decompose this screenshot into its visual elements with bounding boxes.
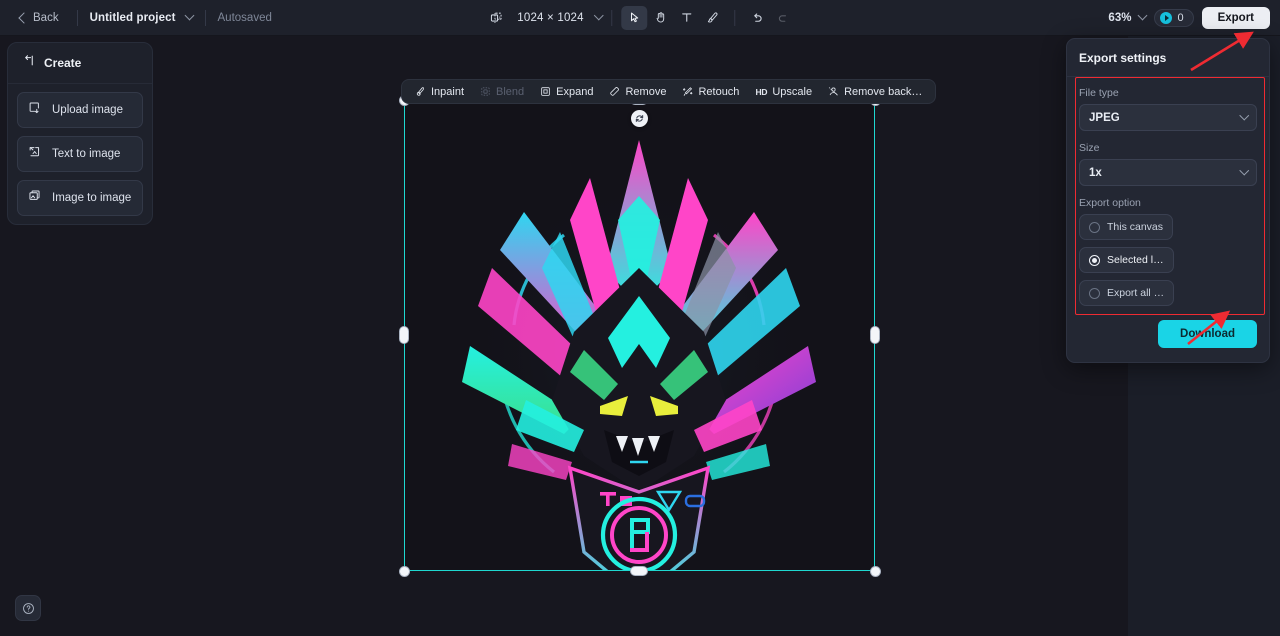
tool-remove-background-label: Remove back… [844,85,923,98]
download-button[interactable]: Download [1158,320,1257,348]
credits-badge[interactable]: 0 [1154,8,1194,27]
export-settings-body: File type JPEG Size 1x Export option Thi… [1067,77,1269,306]
top-bar-tools: 1024 × 1024 [483,5,797,30]
top-bar-right: 63% 0 Export [1108,6,1270,29]
resize-handle-bottom-left[interactable] [399,566,409,576]
radio-icon-checked [1089,254,1100,266]
divider [204,9,206,26]
resize-handle-bottom-center[interactable] [631,567,647,575]
canvas-size-chevron-icon[interactable] [594,10,605,21]
size-value: 1x [1089,166,1102,179]
tool-remove-label: Remove [625,85,667,98]
undo-button[interactable] [745,6,771,30]
tool-blend[interactable]: Blend [473,83,531,101]
tool-expand-label: Expand [556,85,594,98]
sidebar-title: Create [44,56,82,70]
resize-handle-middle-left[interactable] [400,327,408,343]
upload-image-icon [28,101,41,119]
canvas-edit-toolbar: Inpaint Blend Expand Remove Retouch HD U… [401,79,937,104]
credits-count: 0 [1177,11,1184,24]
zoom-level: 63% [1108,11,1132,24]
brush-tool[interactable] [700,6,726,30]
divider [76,9,78,26]
tool-expand[interactable]: Expand [533,83,600,101]
back-button[interactable]: Back [12,8,65,28]
export-option-group: This canvas Selected l… Export all … [1079,214,1257,306]
sidebar-item-text-to-image-label: Text to image [52,148,121,160]
tool-retouch[interactable]: Retouch [675,83,746,101]
credit-coin-icon [1160,11,1173,24]
radio-this-canvas-label: This canvas [1107,221,1164,233]
chevron-down-icon [1239,165,1249,176]
app-root: Back Untitled project Autosaved 1024 × 1… [0,0,1280,636]
chevron-down-icon [1239,110,1249,121]
top-bar: Back Untitled project Autosaved 1024 × 1… [0,0,1280,36]
rotate-handle-icon[interactable] [631,110,648,127]
divider [611,9,613,26]
size-label: Size [1079,142,1100,154]
hand-tool[interactable] [648,6,674,30]
download-row: Download [1067,306,1269,348]
redo-button[interactable] [771,6,797,30]
export-settings-panel: Export settings File type JPEG Size 1x E… [1066,38,1270,363]
resize-handle-bottom-right[interactable] [870,566,880,576]
artwork-dragon-emblem [404,100,875,571]
project-name: Untitled project [89,11,176,24]
artboard[interactable] [404,100,875,571]
export-button[interactable]: Export [1201,6,1270,29]
sidebar-item-upload-image[interactable]: Upload image [17,92,143,128]
sidebar-item-upload-image-label: Upload image [52,104,123,116]
resize-handle-middle-right[interactable] [871,327,879,343]
chevron-down-icon[interactable] [184,10,194,21]
sidebar-item-image-to-image-label: Image to image [52,192,132,204]
collapse-panel-icon[interactable] [22,54,35,72]
tool-remove-background[interactable]: Remove back… [821,83,929,101]
sidebar-item-text-to-image[interactable]: Text to image [17,136,143,172]
hd-upscale-icon: HD [755,86,768,97]
file-type-value: JPEG [1089,111,1120,124]
zoom-chevron-icon[interactable] [1138,10,1148,21]
autosaved-status: Autosaved [217,11,272,24]
sidebar-item-image-to-image[interactable]: Image to image [17,180,143,216]
create-sidebar: Create Upload image Text to image Image … [7,42,153,225]
tool-blend-label: Blend [496,85,525,98]
select-tool[interactable] [621,5,648,30]
radio-selected-layer[interactable]: Selected l… [1079,247,1174,273]
file-type-label: File type [1079,87,1119,99]
image-to-image-icon [28,189,41,207]
text-to-image-icon [28,145,41,163]
export-settings-title: Export settings [1067,39,1269,77]
tool-inpaint-label: Inpaint [431,85,465,98]
help-question-icon [22,602,34,614]
radio-icon [1089,221,1100,233]
tool-upscale-label: Upscale [772,85,813,98]
help-button[interactable] [15,595,41,621]
export-option-label: Export option [1079,197,1141,209]
tool-remove[interactable]: Remove [602,83,673,101]
file-type-select[interactable]: JPEG [1079,104,1257,131]
radio-selected-layer-label: Selected l… [1107,254,1164,266]
radio-icon [1089,287,1100,299]
divider [734,9,736,26]
chevron-left-icon [18,11,30,24]
canvas-size-label: 1024 × 1024 [517,11,584,24]
radio-export-all-label: Export all … [1107,287,1165,299]
tool-upscale[interactable]: HD Upscale [748,83,819,101]
back-button-label: Back [33,11,59,24]
top-bar-left: Back Untitled project Autosaved [0,8,272,28]
sidebar-header: Create [8,43,152,84]
radio-this-canvas[interactable]: This canvas [1079,214,1174,240]
text-tool[interactable] [674,6,700,30]
radio-export-all[interactable]: Export all … [1079,280,1175,306]
sidebar-items: Upload image Text to image Image to imag… [8,84,152,216]
frame-icon[interactable] [483,6,509,30]
tool-inpaint[interactable]: Inpaint [408,83,471,101]
tool-retouch-label: Retouch [698,85,740,98]
size-select[interactable]: 1x [1079,159,1257,186]
